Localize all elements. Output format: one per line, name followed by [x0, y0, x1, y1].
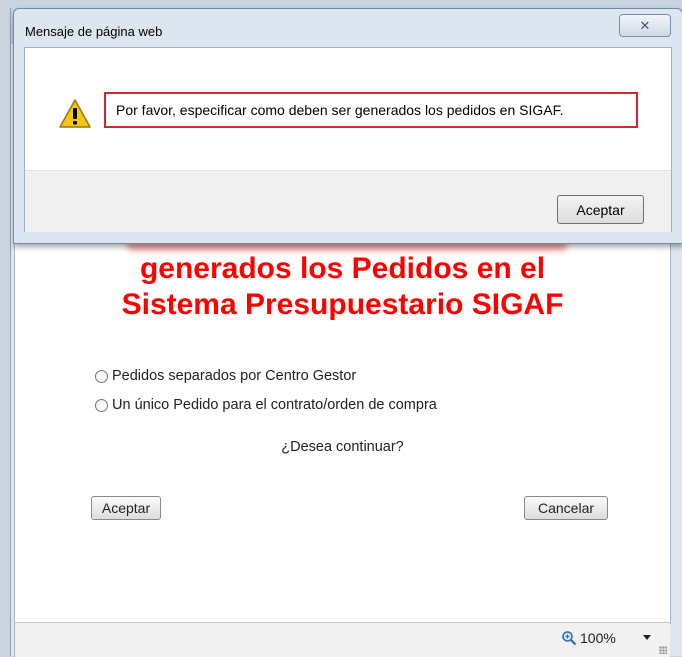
- dialog-message: Por favor, especificar como deben ser ge…: [104, 92, 638, 128]
- status-bar: 100%: [14, 622, 670, 657]
- chevron-down-icon[interactable]: [643, 635, 651, 640]
- message-dialog: Mensaje de página web ✕ Por favor, espec…: [13, 8, 682, 244]
- magnifier-icon: [562, 631, 577, 646]
- resize-grip[interactable]: [659, 646, 667, 654]
- zoom-level: 100%: [580, 630, 616, 646]
- dialog-body: Por favor, especificar como deben ser ge…: [24, 47, 672, 232]
- accept-button[interactable]: Aceptar: [91, 496, 161, 520]
- close-icon: ✕: [639, 17, 651, 33]
- zoom-control[interactable]: 100%: [561, 630, 616, 646]
- dialog-ok-button[interactable]: Aceptar: [557, 195, 644, 224]
- warning-icon: [59, 99, 91, 128]
- radio-button[interactable]: [95, 398, 108, 412]
- page-content: generados los Pedidos en el Sistema Pres…: [14, 231, 671, 624]
- option-separate-orders[interactable]: Pedidos separados por Centro Gestor: [95, 368, 356, 384]
- radio-button[interactable]: [95, 369, 108, 383]
- dialog-title: Mensaje de página web: [25, 24, 163, 39]
- option-single-order[interactable]: Un único Pedido para el contrato/orden d…: [95, 397, 437, 413]
- continue-question: ¿Desea continuar?: [281, 439, 404, 455]
- close-button[interactable]: ✕: [619, 14, 671, 37]
- cancel-button[interactable]: Cancelar: [524, 496, 608, 520]
- option-label: Un único Pedido para el contrato/orden d…: [112, 397, 437, 413]
- page-heading-line1: generados los Pedidos en el: [139, 252, 546, 285]
- option-label: Pedidos separados por Centro Gestor: [112, 368, 357, 384]
- page-heading-line2: Sistema Presupuestario SIGAF: [121, 288, 564, 321]
